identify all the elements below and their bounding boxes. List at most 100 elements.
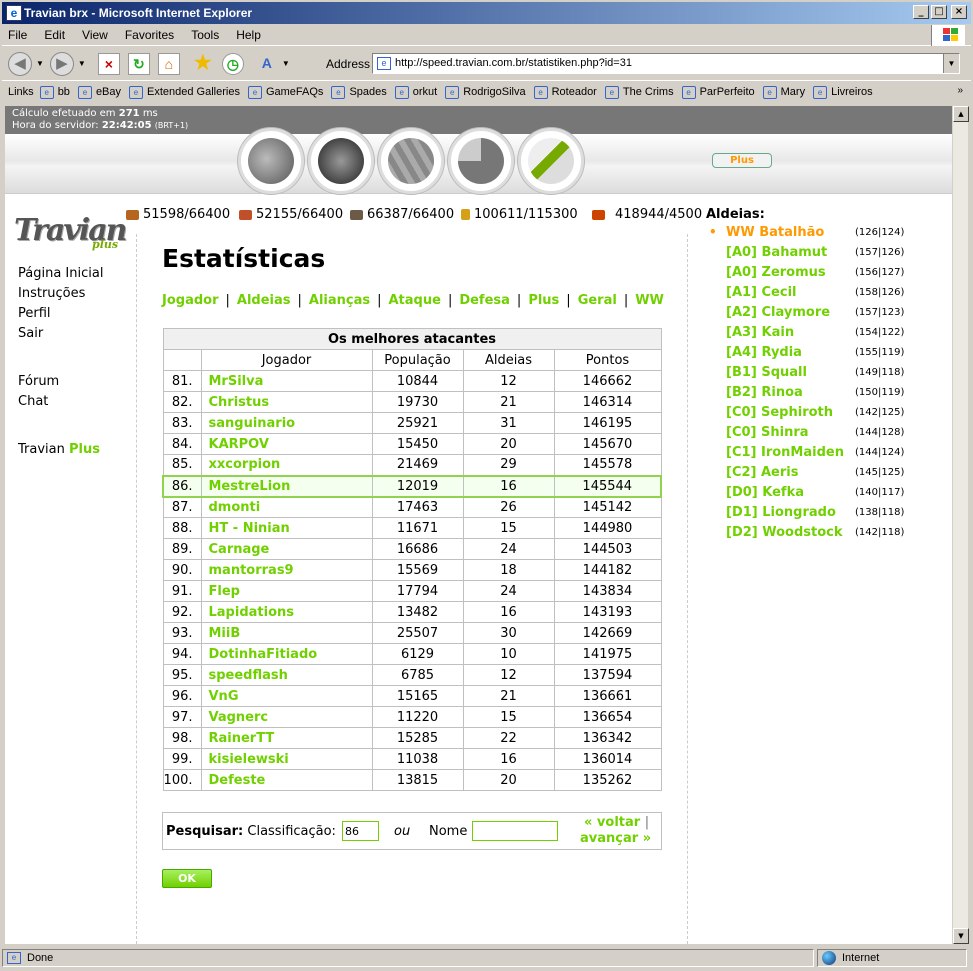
cell-player[interactable]: HT - Ninian bbox=[200, 517, 373, 539]
link-bb[interactable]: e bb bbox=[39, 85, 70, 99]
village-item[interactable]: [D0] Kefka (140|117) bbox=[706, 483, 941, 503]
tab-ataque[interactable]: Ataque bbox=[389, 293, 441, 308]
village-name[interactable]: [A4] Rydia bbox=[726, 345, 802, 360]
map-icon[interactable] bbox=[378, 128, 444, 194]
tab-aldeias[interactable]: Aldeias bbox=[237, 293, 291, 308]
cell-player[interactable]: mantorras9 bbox=[200, 559, 373, 581]
forward-link[interactable]: avançar » bbox=[580, 831, 651, 846]
tab-ww[interactable]: WW bbox=[635, 293, 664, 308]
font-size-icon[interactable]: A bbox=[256, 53, 278, 75]
village-name[interactable]: [C1] IronMaiden bbox=[726, 445, 844, 460]
cell-player[interactable]: Carnage bbox=[200, 538, 373, 560]
home-icon[interactable]: ⌂ bbox=[157, 52, 180, 75]
tab-defesa[interactable]: Defesa bbox=[459, 293, 510, 308]
back-icon[interactable]: ◀ bbox=[8, 51, 32, 76]
tab-aliancas[interactable]: Alianças bbox=[309, 293, 370, 308]
cell-player[interactable]: Vagnerc bbox=[200, 706, 373, 728]
cell-player[interactable]: Lapidations bbox=[200, 601, 373, 623]
village-name[interactable]: [A0] Zeromus bbox=[726, 265, 826, 280]
nav-forum[interactable]: Fórum bbox=[18, 372, 103, 392]
cell-player[interactable]: kisielewski bbox=[200, 748, 373, 770]
menu-tools[interactable]: Tools bbox=[191, 28, 219, 42]
cell-player[interactable]: MestreLion bbox=[200, 474, 373, 498]
cell-player[interactable]: MiiB bbox=[200, 622, 373, 644]
address-dropdown-icon[interactable]: ▼ bbox=[943, 54, 959, 73]
plus-button[interactable]: Plus bbox=[712, 153, 772, 168]
back-link[interactable]: « voltar | bbox=[584, 815, 649, 830]
village-item[interactable]: [D1] Liongrado (138|118) bbox=[706, 503, 941, 523]
font-dropdown-icon[interactable]: ▼ bbox=[282, 59, 290, 68]
vertical-scrollbar[interactable]: ▲ ▼ bbox=[952, 106, 969, 944]
village-name[interactable]: [A3] Kain bbox=[726, 325, 794, 340]
village-name[interactable]: [B2] Rinoa bbox=[726, 385, 803, 400]
village-name[interactable]: [D0] Kefka bbox=[726, 485, 804, 500]
refresh-icon[interactable]: ↻ bbox=[127, 52, 150, 75]
forward-icon[interactable]: ▶ bbox=[49, 51, 74, 76]
village-item[interactable]: [A0] Bahamut (157|126) bbox=[706, 243, 941, 263]
maximize-button[interactable]: □ bbox=[931, 5, 947, 19]
link-ebay[interactable]: e eBay bbox=[77, 85, 121, 99]
ok-button[interactable]: OK bbox=[162, 869, 212, 888]
link-livreiros[interactable]: e Livreiros bbox=[813, 85, 873, 99]
menu-help[interactable]: Help bbox=[236, 28, 261, 42]
reports-messages-icon[interactable] bbox=[518, 128, 584, 194]
village-item[interactable]: [A1] Cecil (158|126) bbox=[706, 283, 941, 303]
village-item[interactable]: [A3] Kain (154|122) bbox=[706, 323, 941, 343]
cell-player[interactable]: RainerTT bbox=[200, 727, 373, 749]
tab-geral[interactable]: Geral bbox=[578, 293, 617, 308]
village-item[interactable]: [A2] Claymore (157|123) bbox=[706, 303, 941, 323]
village-name[interactable]: [B1] Squall bbox=[726, 365, 807, 380]
nav-profile[interactable]: Perfil bbox=[18, 304, 103, 324]
village-item[interactable]: [B1] Squall (149|118) bbox=[706, 363, 941, 383]
village-name[interactable]: [A2] Claymore bbox=[726, 305, 830, 320]
menu-view[interactable]: View bbox=[82, 28, 108, 42]
link-spades[interactable]: e Spades bbox=[331, 85, 387, 99]
village-name[interactable]: [A0] Bahamut bbox=[726, 245, 827, 260]
village-item[interactable]: [A4] Rydia (155|119) bbox=[706, 343, 941, 363]
forward-dropdown-icon[interactable]: ▼ bbox=[78, 59, 86, 68]
menu-favorites[interactable]: Favorites bbox=[125, 28, 174, 42]
tab-jogador[interactable]: Jogador bbox=[162, 293, 219, 308]
cell-player[interactable]: xxcorpion bbox=[200, 454, 373, 476]
nav-instructions[interactable]: Instruções bbox=[18, 284, 103, 304]
link-the-crims[interactable]: e The Crims bbox=[604, 85, 674, 99]
back-dropdown-icon[interactable]: ▼ bbox=[36, 59, 44, 68]
cell-player[interactable]: DotinhaFitiado bbox=[200, 643, 373, 665]
link-rodrigosilva[interactable]: e RodrigoSilva bbox=[445, 85, 526, 99]
link-parperfeito[interactable]: e ParPerfeito bbox=[681, 85, 755, 99]
menu-file[interactable]: File bbox=[8, 28, 27, 42]
village-item[interactable]: [B2] Rinoa (150|119) bbox=[706, 383, 941, 403]
village-item[interactable]: [C0] Sephiroth (142|125) bbox=[706, 403, 941, 423]
tab-plus[interactable]: Plus bbox=[528, 293, 559, 308]
village-name[interactable]: WW Batalhão bbox=[726, 225, 824, 240]
cell-player[interactable]: speedflash bbox=[200, 664, 373, 686]
minimize-button[interactable]: _ bbox=[913, 5, 929, 19]
village-name[interactable]: [D2] Woodstock bbox=[726, 525, 843, 540]
village-item[interactable]: [C2] Aeris (145|125) bbox=[706, 463, 941, 483]
link-roteador[interactable]: e Roteador bbox=[533, 85, 597, 99]
village-name[interactable]: [C0] Shinra bbox=[726, 425, 809, 440]
village-item[interactable]: [C1] IronMaiden (144|124) bbox=[706, 443, 941, 463]
cell-player[interactable]: MrSilva bbox=[200, 370, 373, 392]
stop-icon[interactable]: × bbox=[97, 52, 120, 75]
nav-travian-plus[interactable]: Travian Plus bbox=[18, 440, 103, 460]
menu-edit[interactable]: Edit bbox=[44, 28, 65, 42]
name-input[interactable] bbox=[472, 821, 558, 841]
village-item[interactable]: [D2] Woodstock (142|118) bbox=[706, 523, 941, 543]
village-item[interactable]: • WW Batalhão (126|124) bbox=[706, 223, 941, 243]
village-name[interactable]: [D1] Liongrado bbox=[726, 505, 836, 520]
village-item[interactable]: [A0] Zeromus (156|127) bbox=[706, 263, 941, 283]
nav-home[interactable]: Página Inicial bbox=[18, 264, 103, 284]
cell-player[interactable]: dmonti bbox=[200, 496, 373, 518]
cell-player[interactable]: Christus bbox=[200, 391, 373, 413]
nav-chat[interactable]: Chat bbox=[18, 392, 103, 412]
cell-player[interactable]: sanguinario bbox=[200, 412, 373, 434]
scroll-up-icon[interactable]: ▲ bbox=[953, 106, 969, 122]
cell-player[interactable]: KARPOV bbox=[200, 433, 373, 455]
cell-player[interactable]: VnG bbox=[200, 685, 373, 707]
link-extended-galleries[interactable]: e Extended Galleries bbox=[129, 85, 240, 99]
links-more-icon[interactable]: » bbox=[957, 85, 963, 96]
village-overview-icon[interactable] bbox=[238, 128, 304, 194]
close-button[interactable]: × bbox=[951, 5, 967, 19]
travian-plus-logo[interactable]: Travian plus bbox=[12, 203, 127, 255]
